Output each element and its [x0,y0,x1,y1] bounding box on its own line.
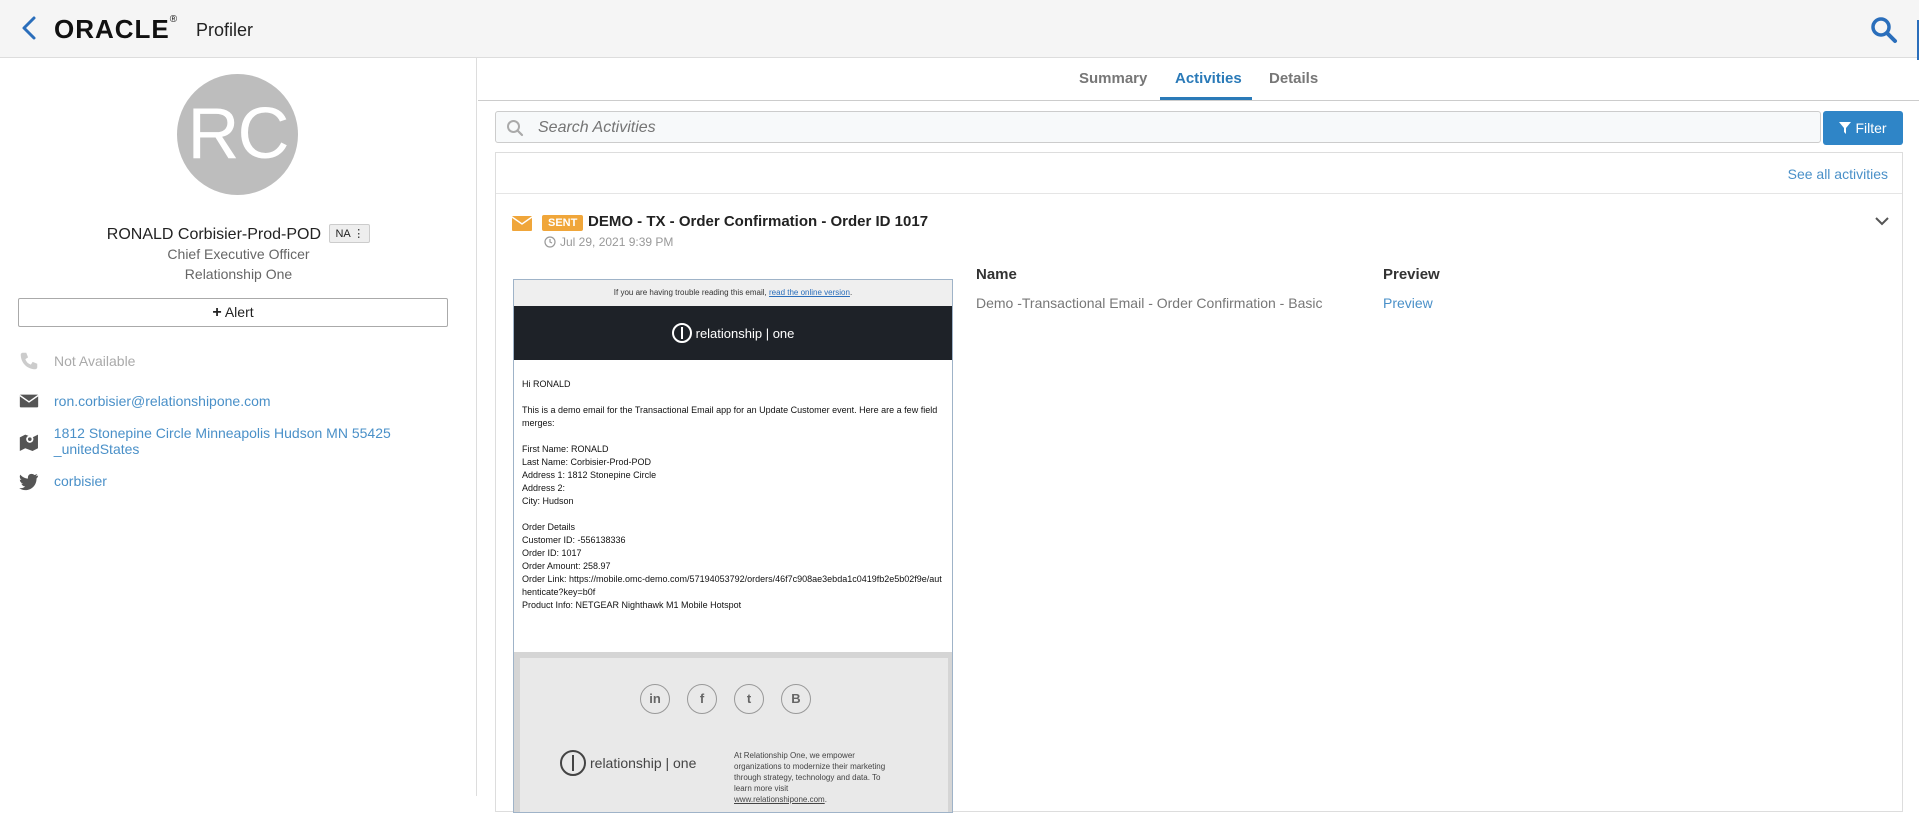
profile-company: Relationship One [184,266,293,282]
twitter-link[interactable]: corbisier [54,473,107,489]
linkedin-icon: in [640,684,670,714]
twitter-icon [19,473,39,491]
see-all-activities-link[interactable]: See all activities [1788,166,1888,182]
tab-bar: Summary Activities Details [478,58,1919,101]
activity-date: Jul 29, 2021 9:39 PM [560,235,674,249]
app-header: ORACLE® Profiler [0,0,1919,60]
profile-name: RONALD Corbisier-Prod-POD [106,226,322,243]
envelope-icon [512,216,532,231]
contact-twitter: corbisier [18,468,107,494]
activities-panel: See all activities SENT DEMO - TX - Orde… [495,152,1903,813]
more-vertical-icon: ⋮ [353,228,365,240]
activity-title[interactable]: DEMO - TX - Order Confirmation - Order I… [588,213,928,230]
search-activities-input[interactable] [536,116,1810,140]
name-column-header: Name [976,266,1017,283]
email-preview-body: Hi RONALD This is a demo email for the T… [522,379,942,610]
preview-column-header: Preview [1383,266,1440,283]
search-icon [507,120,524,137]
preview-link[interactable]: Preview [1383,295,1433,311]
tab-summary[interactable]: Summary [1079,70,1147,87]
oracle-logo: ORACLE® [54,14,179,44]
email-link[interactable]: ron.corbisier@relationshipone.com [54,393,271,409]
contact-phone: Not Available [18,348,135,374]
active-tab-indicator [1160,97,1252,100]
search-icon[interactable] [1870,16,1898,44]
email-preview-footer: in f t B relationship | one At Relations… [514,652,952,812]
profile-name-row: RONALD Corbisier-Prod-POD NA ⋮ [0,224,477,244]
clock-icon [544,236,556,248]
filter-button[interactable]: Filter [1823,111,1903,145]
profile-panel: RC RONALD Corbisier-Prod-POD NA ⋮ Chief … [0,58,477,796]
relationship-one-footer-logo: relationship | one [560,750,696,776]
contact-email: ron.corbisier@relationshipone.com [18,388,271,414]
plus-icon: + [212,304,222,321]
map-marker-icon [19,434,38,451]
filter-icon [1839,122,1852,134]
search-activities-box [495,111,1821,143]
twitter-icon: t [734,684,764,714]
alert-button[interactable]: + Alert [18,298,448,327]
address-link[interactable]: 1812 Stonepine Circle Minneapolis Hudson… [54,425,476,457]
profile-title: Chief Executive Officer [167,246,310,262]
tab-activities[interactable]: Activities [1175,70,1242,87]
back-arrow-icon[interactable] [18,14,42,42]
facebook-icon: f [687,684,717,714]
blog-icon: B [781,684,811,714]
panel-divider [496,193,1902,194]
product-name: Profiler [196,20,254,40]
chevron-down-icon[interactable] [1874,215,1890,227]
region-badge[interactable]: NA ⋮ [329,224,371,243]
relationship-one-logo: relationship | one [671,323,794,343]
phone-value: Not Available [54,353,136,369]
contact-address: 1812 Stonepine Circle Minneapolis Hudson… [18,425,476,457]
footer-text: At Relationship One, we empower organiza… [734,751,886,804]
email-name-value: Demo -Transactional Email - Order Confir… [976,295,1323,311]
email-preview-banner: relationship | one [514,306,952,360]
envelope-icon [19,394,39,408]
email-preview-thumbnail[interactable]: If you are having trouble reading this e… [513,279,953,813]
phone-icon [20,352,38,370]
avatar: RC [177,74,298,195]
status-badge: SENT [542,215,584,231]
tab-details[interactable]: Details [1269,70,1318,87]
main-content: Summary Activities Details Filter See al… [478,58,1919,813]
email-preview-top-bar: If you are having trouble reading this e… [514,280,952,306]
